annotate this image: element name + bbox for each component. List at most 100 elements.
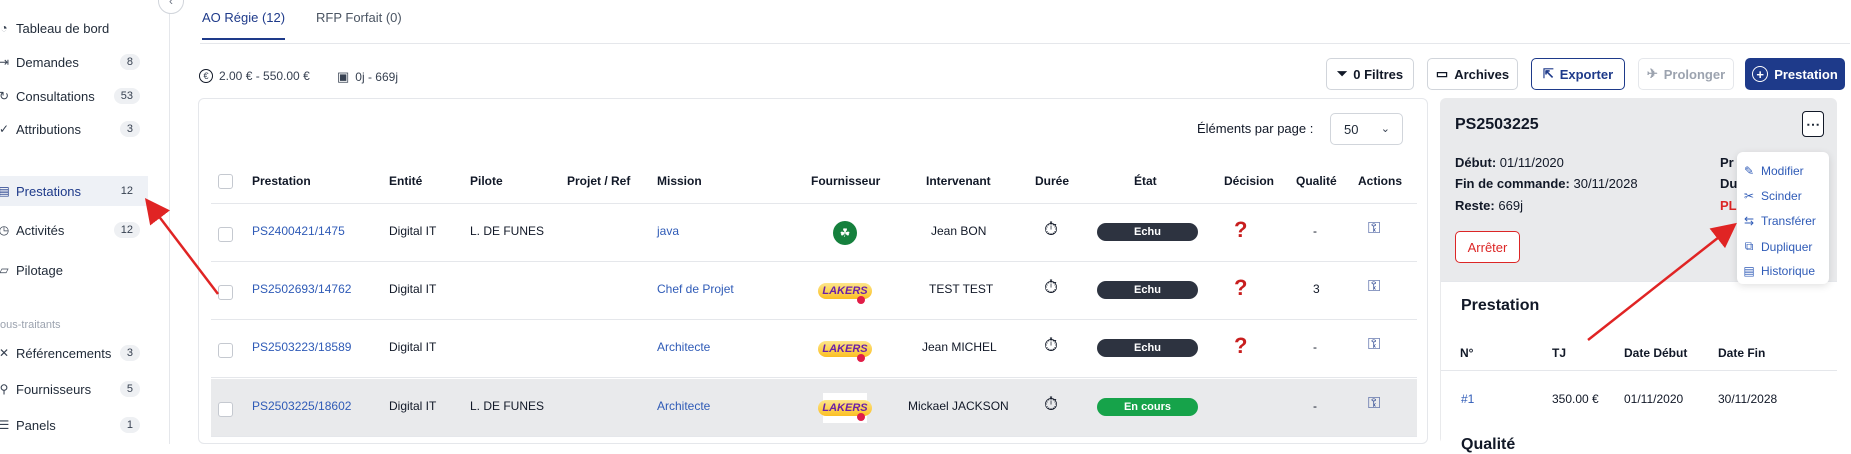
- sidebar-item-prestations[interactable]: ▤ Prestations 12: [0, 176, 148, 206]
- collapse-icon[interactable]: ‹: [158, 0, 184, 14]
- menu-item-scinder[interactable]: ✂ Scinder: [1743, 189, 1802, 203]
- calendar-icon: ▣: [337, 69, 350, 84]
- sub-header-date-debut: Date Début: [1624, 346, 1688, 360]
- menu-item-label: Transférer: [1761, 214, 1816, 228]
- sidebar-item-fournisseurs[interactable]: ⚲ Fournisseurs 5: [0, 374, 148, 404]
- sidebar-item-referencements[interactable]: ✕ Référencements 3: [0, 338, 148, 368]
- duration-filter[interactable]: ▣ 0j - 669j: [337, 69, 398, 85]
- price-filter[interactable]: € 2.00 € - 550.00 €: [199, 69, 310, 83]
- export-icon: ⇱: [1542, 66, 1554, 81]
- mission-link[interactable]: java: [657, 224, 679, 238]
- sidebar-item-demandes[interactable]: ⇥ Demandes 8: [0, 47, 148, 77]
- add-prestation-button[interactable]: + Prestation: [1745, 58, 1845, 90]
- prestation-link[interactable]: PS2503225/18602: [252, 399, 351, 413]
- entite: Digital IT: [389, 282, 437, 296]
- header-pilote[interactable]: Pilote: [470, 174, 503, 188]
- entite: Digital IT: [389, 340, 437, 354]
- sidebar-item-consultations[interactable]: ↻ Consultations 53: [0, 81, 148, 111]
- sidebar-item-pilotage[interactable]: ▱ Pilotage: [0, 255, 148, 285]
- header-etat[interactable]: État: [1134, 174, 1157, 188]
- stop-button[interactable]: Arrêter: [1455, 231, 1520, 263]
- divider: [1441, 370, 1837, 371]
- prestation-link[interactable]: PS2502693/14762: [252, 282, 351, 296]
- header-mission[interactable]: Mission: [657, 174, 702, 188]
- header-qualite[interactable]: Qualité: [1296, 174, 1337, 188]
- activity-icon: ◷: [0, 223, 10, 237]
- sidebar-item-label: Prestations: [16, 183, 82, 199]
- sidebar-item-attributions[interactable]: ✓ Attributions 3: [0, 114, 148, 144]
- row-checkbox[interactable]: [218, 285, 233, 300]
- header-prestation[interactable]: Prestation: [252, 174, 311, 188]
- sidebar-item-label: Référencements: [16, 345, 112, 361]
- sidebar-item-activites[interactable]: ◷ Activités 12: [0, 215, 148, 245]
- menu-item-modifier[interactable]: ✎ Modifier: [1743, 164, 1804, 178]
- table-row[interactable]: PS2400421/1475 Digital IT L. DE FUNES ja…: [211, 204, 1417, 262]
- header-duree[interactable]: Durée: [1035, 174, 1069, 188]
- per-page-select[interactable]: 50 ⌄: [1330, 113, 1403, 145]
- header-decision[interactable]: Décision: [1224, 174, 1274, 188]
- sidebar-item-panels[interactable]: ☰ Panels 1: [0, 410, 148, 440]
- section-label: ous-traitants: [0, 319, 61, 331]
- menu-item-dupliquer[interactable]: ⧉ Dupliquer: [1743, 239, 1813, 254]
- more-options-button[interactable]: ⋯: [1802, 111, 1824, 137]
- header-intervenant[interactable]: Intervenant: [926, 174, 991, 188]
- tab-ao-regie[interactable]: AO Régie (12): [202, 10, 286, 40]
- filters-button[interactable]: ⏷ 0 Filtres: [1326, 58, 1414, 90]
- right-meta-3: PL: [1720, 198, 1737, 213]
- table-row[interactable]: PS2503225/18602 Digital IT L. DE FUNES A…: [211, 379, 1417, 437]
- row-checkbox[interactable]: [218, 227, 233, 242]
- question-icon[interactable]: ?: [1234, 217, 1247, 243]
- sub-row-date-fin: 30/11/2028: [1718, 392, 1778, 406]
- actions-icon[interactable]: ⚿: [1368, 278, 1380, 296]
- check-icon: ✓: [0, 122, 10, 136]
- row-checkbox[interactable]: [218, 402, 233, 417]
- intervenant: Jean MICHEL: [922, 340, 997, 354]
- pilotage-icon: ▱: [0, 263, 9, 277]
- table-row[interactable]: PS2503223/18589 Digital IT Architecte LA…: [211, 320, 1417, 378]
- header-entite[interactable]: Entité: [389, 174, 422, 188]
- actions-icon[interactable]: ⚿: [1368, 336, 1380, 354]
- menu-item-transferer[interactable]: ⇆ Transférer: [1743, 214, 1816, 228]
- pilote: L. DE FUNES: [470, 224, 545, 238]
- row-checkbox[interactable]: [218, 343, 233, 358]
- supplier-logo: LAKERS: [818, 393, 872, 423]
- debut-value: 01/11/2020: [1499, 155, 1564, 170]
- header-projet[interactable]: Projet / Ref: [567, 174, 630, 188]
- question-icon[interactable]: ?: [1234, 275, 1247, 301]
- intervenant: Mickael JACKSON: [908, 399, 1009, 413]
- mission-link[interactable]: Architecte: [657, 399, 710, 413]
- count-badge: 12: [113, 222, 140, 238]
- timer-icon: ⏱: [1044, 394, 1059, 414]
- table-row[interactable]: PS2502693/14762 Digital IT Chef de Proje…: [211, 262, 1417, 320]
- chevron-down-icon: ⌄: [1380, 123, 1390, 135]
- export-button[interactable]: ⇱ Exporter: [1531, 58, 1625, 90]
- dashboard-icon: ◔: [0, 21, 8, 35]
- question-icon[interactable]: ?: [1234, 333, 1247, 359]
- document-icon: ▤: [0, 184, 10, 198]
- archives-button[interactable]: ▭ Archives: [1427, 58, 1518, 90]
- euro-icon: €: [199, 69, 213, 83]
- menu-item-label: Historique: [1761, 264, 1816, 278]
- timer-icon: ⏱: [1044, 277, 1059, 297]
- actions-icon[interactable]: ⚿: [1368, 395, 1380, 413]
- cross-icon: ✕: [0, 346, 10, 360]
- extend-button[interactable]: ✈ Prolonger: [1638, 58, 1734, 90]
- filters-label: 0 Filtres: [1353, 66, 1404, 82]
- count-badge: 53: [113, 88, 140, 104]
- prestation-link[interactable]: PS2400421/1475: [252, 224, 345, 238]
- header-fournisseur[interactable]: Fournisseur: [811, 174, 880, 188]
- qualite: 3: [1313, 282, 1320, 296]
- prestation-link[interactable]: PS2503223/18589: [252, 340, 351, 354]
- fin-label: Fin de commande:: [1455, 176, 1570, 191]
- sidebar-item-tableau[interactable]: ◔ Tableau de bord: [0, 13, 148, 43]
- tab-rfp-forfait[interactable]: RFP Forfait (0): [316, 10, 402, 38]
- menu-item-historique[interactable]: ▤ Historique: [1743, 264, 1815, 278]
- prestation-label: Prestation: [1774, 66, 1838, 82]
- edit-icon: ✎: [1743, 164, 1755, 178]
- status-badge: En cours: [1097, 398, 1198, 416]
- mission-link[interactable]: Architecte: [657, 340, 710, 354]
- mission-link[interactable]: Chef de Projet: [657, 282, 734, 296]
- actions-icon[interactable]: ⚿: [1368, 220, 1380, 238]
- sub-row-num-link[interactable]: #1: [1461, 392, 1474, 406]
- select-all-checkbox[interactable]: [218, 174, 233, 189]
